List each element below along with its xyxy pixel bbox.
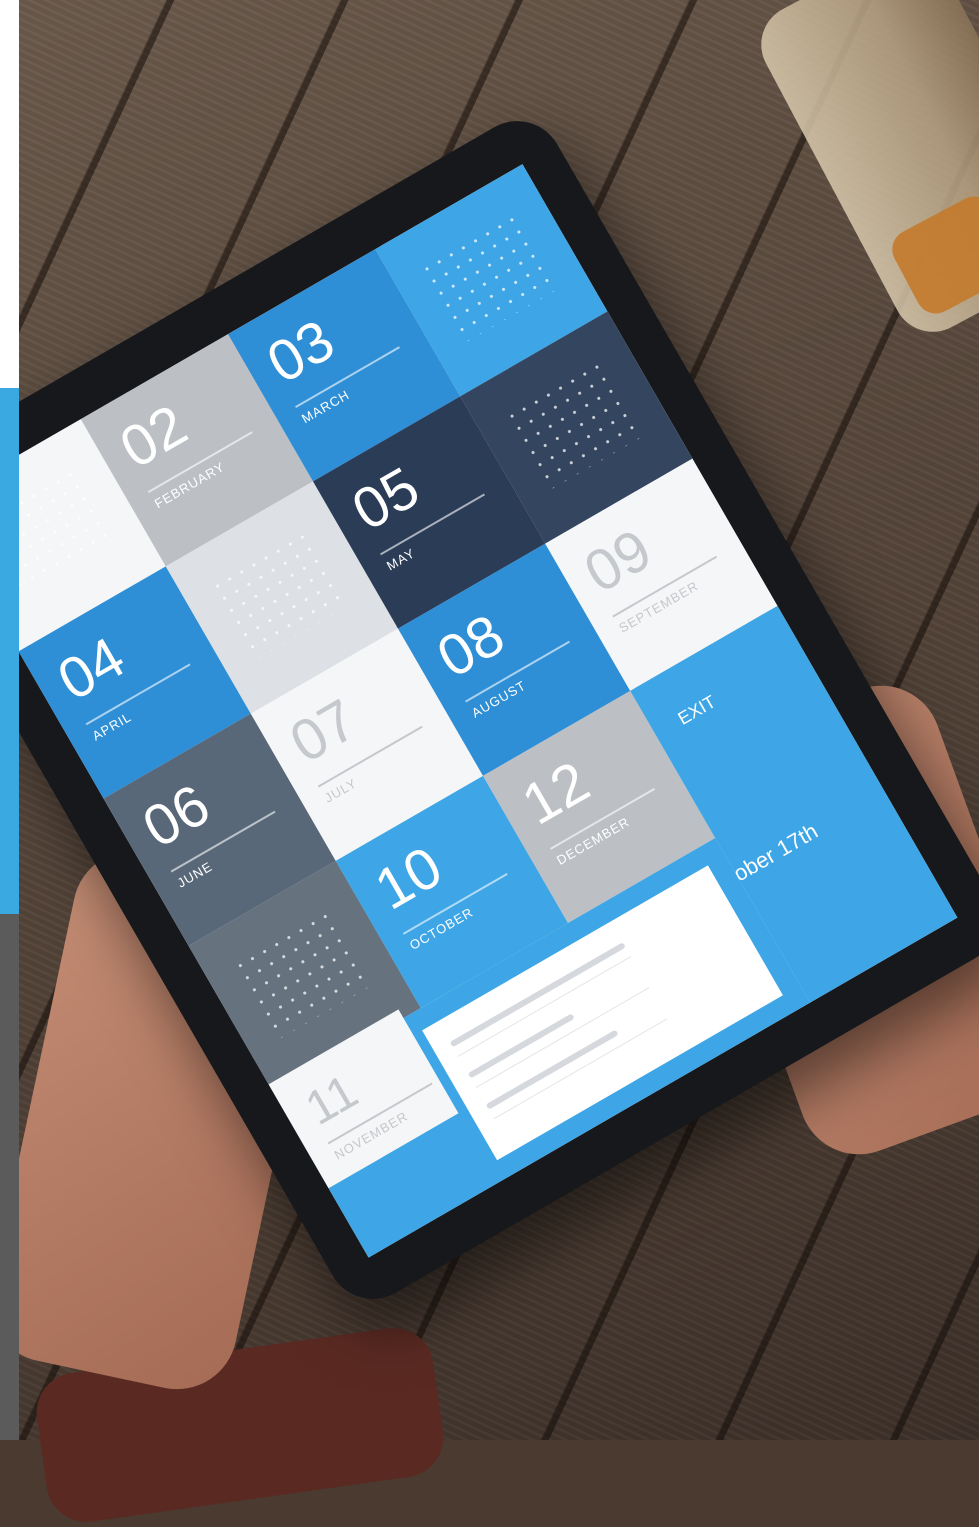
month-number: 09 — [573, 516, 663, 606]
exit-button[interactable]: EXIT — [674, 691, 719, 729]
calendar-dots — [230, 907, 372, 1041]
note-divider — [475, 987, 650, 1089]
calendar-dots — [208, 528, 349, 662]
left-edge-strip-blue — [0, 388, 19, 914]
month-number: 02 — [109, 392, 198, 481]
month-number: 05 — [341, 454, 430, 544]
month-number: 04 — [47, 624, 136, 714]
note-divider — [493, 1018, 668, 1120]
month-number: 06 — [132, 771, 221, 861]
month-number: 07 — [279, 686, 368, 776]
month-number: 10 — [364, 834, 453, 923]
calendar-dots — [417, 211, 558, 345]
left-edge-strip-white — [0, 0, 19, 388]
calendar-dots — [502, 358, 643, 492]
month-number: 03 — [256, 307, 345, 396]
month-number: 12 — [511, 749, 600, 838]
month-number: 08 — [426, 601, 515, 691]
left-edge-strip-gray — [0, 914, 19, 1440]
